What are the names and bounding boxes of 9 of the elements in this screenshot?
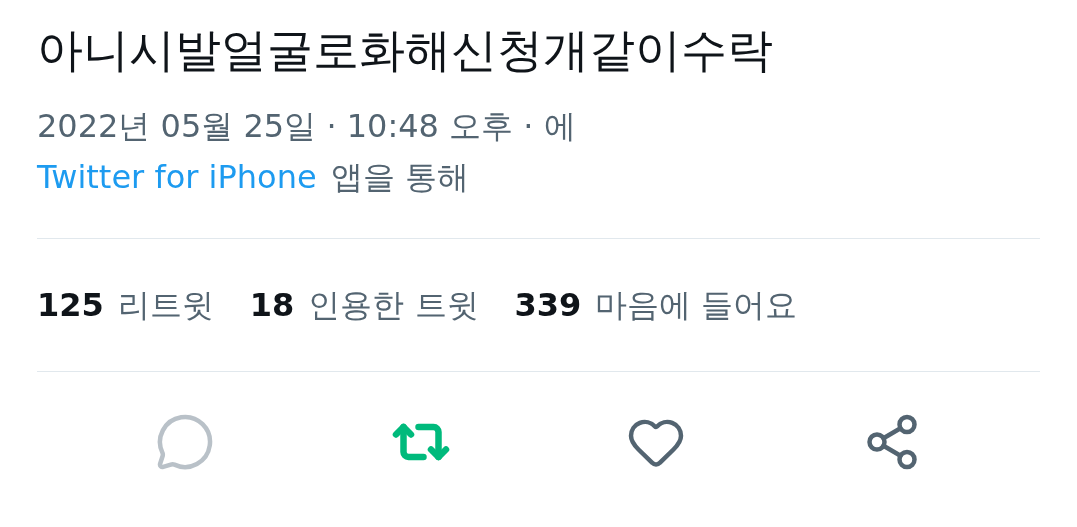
stat-count[interactable]: 125 (37, 281, 104, 329)
stat-count[interactable]: 339 (514, 281, 582, 329)
stat-label[interactable]: 리트윗 (117, 281, 214, 329)
timestamp: 2022년 05월 25일 · 10:48 오후 · 에 (37, 106, 577, 147)
stat-count[interactable]: 18 (249, 281, 295, 329)
tweet-text: 아니시발얼굴로화해신청개같이수락 (37, 22, 774, 79)
stat-label[interactable]: 인용한 트윗 (308, 281, 479, 329)
source-suffix: 앱을 통해 (330, 157, 469, 198)
stat-label[interactable]: 마음에 들어요 (595, 281, 798, 329)
